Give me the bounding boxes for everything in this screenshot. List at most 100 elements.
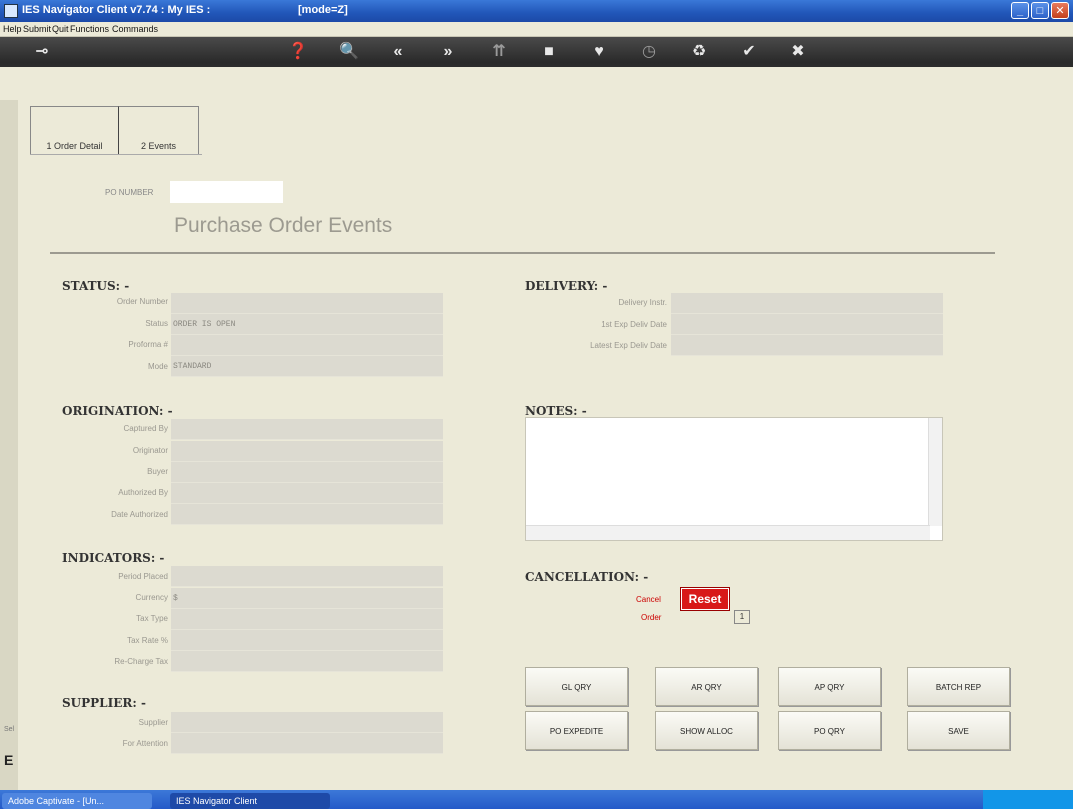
check-icon[interactable]: ✔: [737, 41, 761, 63]
buyer-field: [171, 462, 443, 483]
mode-field: STANDARD: [171, 356, 443, 377]
clock-icon[interactable]: ◷: [637, 41, 661, 63]
menu-commands[interactable]: Commands: [112, 24, 158, 34]
recycle-icon[interactable]: ♻: [687, 41, 711, 63]
heart-icon[interactable]: ♥: [587, 41, 611, 63]
recharge-tax-label: Re-Charge Tax: [114, 657, 168, 666]
tab-order-detail[interactable]: 1 Order Detail: [30, 106, 119, 154]
authorized-by-field: [171, 483, 443, 504]
rewind-icon[interactable]: «: [386, 41, 410, 63]
menu-functions[interactable]: Functions: [70, 24, 109, 34]
for-attention-label: For Attention: [122, 739, 168, 748]
po-number-input[interactable]: [170, 181, 283, 203]
menu-bar: Help Submit Quit Functions Commands: [0, 22, 1073, 37]
system-tray: [983, 790, 1073, 809]
status-label: Status: [145, 319, 168, 328]
close-button[interactable]: ✕: [1051, 2, 1069, 19]
reset-button[interactable]: Reset: [680, 587, 730, 611]
tax-type-field: [171, 609, 443, 630]
edge-e-label: E: [4, 752, 14, 768]
save-button[interactable]: SAVE: [907, 711, 1010, 750]
mode-label: Mode: [147, 362, 168, 371]
toolbar: ⊸ ❓ 🔍 « » ⇈ ■ ♥ ◷ ♻ ✔ ✖: [0, 37, 1073, 100]
proforma-label: Proforma #: [128, 340, 168, 349]
authorized-by-label: Authorized By: [118, 488, 168, 497]
search-icon[interactable]: 🔍: [337, 41, 361, 63]
order-label: Order: [641, 613, 662, 622]
date-authorized-field: [171, 504, 443, 525]
status-field: ORDER IS OPEN: [171, 314, 443, 335]
currency-field: $: [171, 588, 443, 609]
supplier-heading: SUPPLIER: -: [62, 696, 146, 710]
po-qry-button[interactable]: PO QRY: [778, 711, 881, 750]
origination-heading: ORIGINATION: -: [62, 404, 173, 418]
left-edge: [0, 100, 18, 790]
period-placed-label: Period Placed: [118, 572, 168, 581]
latest-exp-deliv-label: Latest Exp Deliv Date: [590, 341, 667, 350]
title-divider: [50, 252, 995, 254]
menu-help[interactable]: Help: [3, 24, 22, 34]
notes-heading: NOTES: -: [525, 404, 587, 418]
captured-by-field: [171, 419, 443, 440]
tab-underline: [30, 154, 202, 155]
taskbar: Adobe Captivate - [Un... IES Navigator C…: [0, 790, 1073, 809]
first-exp-deliv-label: 1st Exp Deliv Date: [601, 320, 667, 329]
for-attention-field: [171, 733, 443, 754]
indicators-heading: INDICATORS: -: [62, 551, 165, 565]
show-alloc-button[interactable]: SHOW ALLOC: [655, 711, 758, 750]
delivery-instr-label: Delivery Instr.: [618, 298, 667, 307]
po-number-label: PO NUMBER: [105, 188, 154, 197]
delivery-heading: DELIVERY: -: [525, 279, 608, 293]
status-heading: STATUS: -: [62, 279, 130, 293]
fast-forward-icon[interactable]: »: [436, 41, 460, 63]
gl-qry-button[interactable]: GL QRY: [525, 667, 628, 706]
window-title: IES Navigator Client v7.74 : My IES :: [22, 4, 211, 16]
ar-qry-button[interactable]: AR QRY: [655, 667, 758, 706]
key-icon[interactable]: ⊸: [30, 41, 54, 63]
tax-rate-field: [171, 630, 443, 651]
po-expedite-button[interactable]: PO EXPEDITE: [525, 711, 628, 750]
period-placed-field: [171, 566, 443, 587]
captured-by-label: Captured By: [123, 424, 168, 433]
latest-exp-deliv-field: [671, 335, 943, 356]
recharge-tax-field: [171, 651, 443, 672]
toolbar-strip: [0, 67, 1073, 100]
batch-rep-button[interactable]: BATCH REP: [907, 667, 1010, 706]
menu-submit[interactable]: Submit: [23, 24, 51, 34]
proforma-field: [171, 335, 443, 356]
tax-type-label: Tax Type: [136, 614, 168, 623]
currency-label: Currency: [135, 593, 168, 602]
minimize-button[interactable]: _: [1011, 2, 1029, 19]
notes-vertical-scrollbar[interactable]: [928, 418, 942, 526]
close-icon[interactable]: ✖: [786, 41, 810, 63]
originator-field: [171, 441, 443, 462]
date-authorized-label: Date Authorized: [111, 510, 168, 519]
edge-sel-label: Sel: [4, 726, 15, 733]
notes-horizontal-scrollbar[interactable]: [526, 525, 930, 540]
taskbar-item-captivate[interactable]: Adobe Captivate - [Un...: [2, 793, 152, 809]
taskbar-item-ies[interactable]: IES Navigator Client: [170, 793, 330, 809]
maximize-button[interactable]: □: [1031, 2, 1049, 19]
supplier-label: Supplier: [138, 718, 168, 727]
originator-label: Originator: [132, 446, 168, 455]
window-mode: [mode=Z]: [298, 4, 348, 16]
order-number-label: Order Number: [116, 297, 168, 306]
tax-rate-label: Tax Rate %: [127, 636, 168, 645]
cancellation-heading: CANCELLATION: -: [525, 570, 649, 584]
first-exp-deliv-field: [671, 314, 943, 335]
help-icon[interactable]: ❓: [286, 41, 310, 63]
order-number-field: [171, 293, 443, 314]
record-icon[interactable]: ■: [537, 41, 561, 63]
cancel-order-field[interactable]: 1: [734, 610, 750, 624]
buyer-label: Buyer: [147, 467, 168, 476]
delivery-instr-field: [671, 293, 943, 314]
ap-qry-button[interactable]: AP QRY: [778, 667, 881, 706]
supplier-field: [171, 712, 443, 733]
tab-events[interactable]: 2 Events: [119, 106, 199, 154]
tree-icon[interactable]: ⇈: [487, 41, 511, 63]
cancel-label: Cancel: [636, 595, 661, 604]
notes-textarea[interactable]: [525, 417, 943, 541]
page-title: Purchase Order Events: [174, 214, 393, 237]
menu-quit[interactable]: Quit: [52, 24, 69, 34]
app-icon: [4, 4, 18, 18]
